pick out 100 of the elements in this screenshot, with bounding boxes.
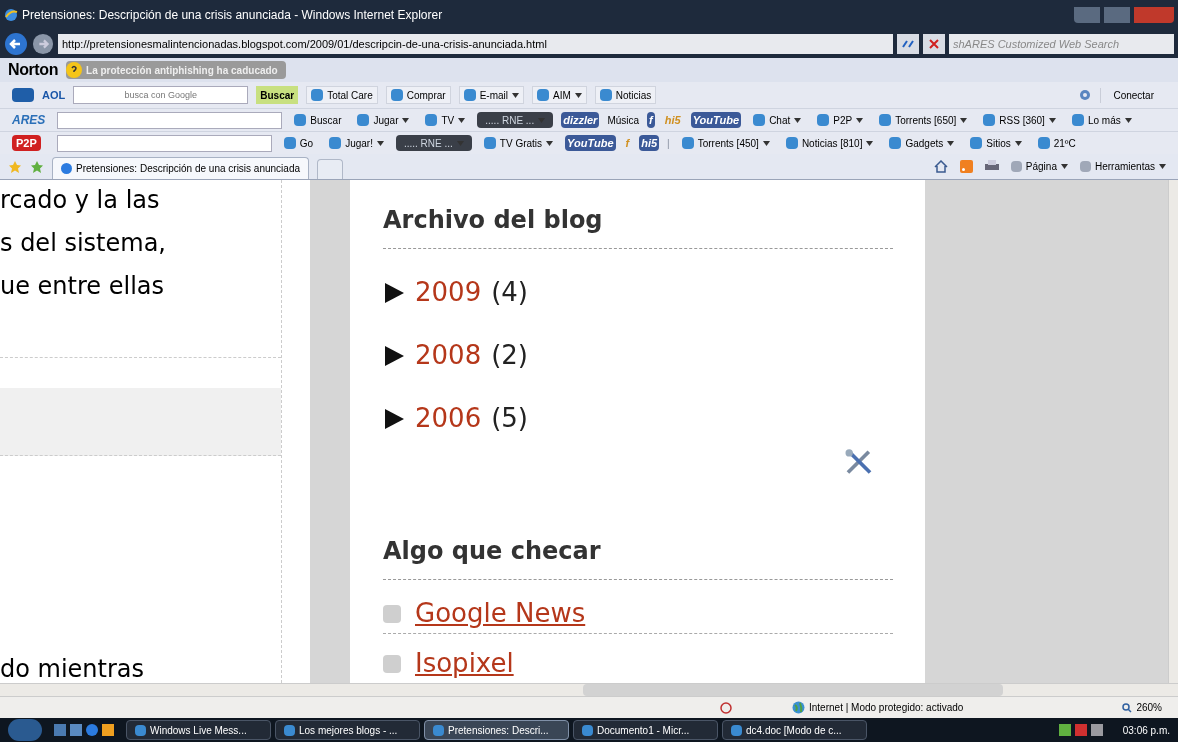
dropdown-caret-icon[interactable] (1060, 164, 1068, 169)
archive-year-link[interactable]: 2006 (415, 399, 482, 438)
p2p-search-field[interactable] (56, 134, 272, 152)
expand-toggle-icon[interactable] (383, 281, 405, 304)
dropdown-caret-icon[interactable] (1048, 117, 1056, 123)
toolbar-button[interactable]: E-mail (458, 86, 524, 104)
dropdown-caret-icon[interactable] (546, 140, 554, 146)
toolbar-button[interactable]: Gadgets (885, 134, 959, 152)
taskbar-button[interactable]: Pretensiones: Descri... (424, 720, 569, 740)
search-button[interactable]: Buscar (256, 86, 299, 104)
taskbar-button[interactable]: Windows Live Mess... (126, 720, 271, 740)
printer-icon[interactable] (984, 160, 999, 173)
toolbar-button[interactable]: 21ºC (1033, 134, 1080, 152)
bookmark-link[interactable]: Google News (415, 594, 586, 633)
dropdown-caret-icon[interactable] (402, 117, 410, 123)
toolbar-button[interactable]: Noticias [810] (781, 134, 878, 152)
taskbar-button[interactable]: Documento1 - Micr... (573, 720, 718, 740)
dropdown-caret-icon[interactable] (866, 140, 874, 146)
home-icon[interactable] (933, 160, 948, 173)
dropdown-caret-icon[interactable] (574, 92, 582, 98)
toolbar-button[interactable]: TV Gratis (479, 134, 558, 152)
dropdown-caret-icon[interactable] (511, 92, 519, 98)
tray-icon[interactable] (1074, 724, 1087, 736)
command-icon (1079, 161, 1091, 172)
favorites-star-icon[interactable] (8, 160, 22, 174)
dropdown-caret-icon[interactable] (856, 117, 864, 123)
brand-logo[interactable]: hi5 (639, 134, 660, 152)
dropdown-caret-icon[interactable] (762, 140, 770, 146)
app-icon (390, 89, 403, 101)
app-icon (463, 89, 476, 101)
start-button[interactable] (8, 719, 42, 741)
vertical-scrollbar[interactable] (1168, 180, 1178, 683)
dropdown-caret-icon[interactable] (376, 140, 384, 146)
toolbar-button[interactable]: Música (607, 111, 640, 129)
dropdown-caret-icon[interactable] (960, 117, 968, 123)
toolbar-button[interactable]: Noticias (594, 86, 657, 104)
toolbar-button[interactable]: Total Care (306, 86, 378, 104)
app-icon (582, 724, 593, 736)
toolbar-button[interactable]: TV (421, 111, 470, 129)
brand-logo[interactable]: dizzler (561, 111, 600, 129)
magnifier-icon (1122, 702, 1133, 713)
post-count: (4) (491, 276, 528, 309)
app-icon (433, 724, 444, 736)
forward-button[interactable] (32, 33, 54, 55)
toolbar-button[interactable]: Jugar! (325, 134, 388, 152)
google-search-field[interactable]: busca con Google (73, 86, 249, 104)
horizontal-scrollbar[interactable] (0, 683, 1178, 697)
taskbar-button[interactable]: Los mejores blogs - ... (275, 720, 420, 740)
dropdown-caret-icon[interactable] (947, 140, 955, 146)
expand-toggle-icon[interactable] (383, 344, 405, 367)
dropdown-caret-icon[interactable] (1159, 164, 1166, 169)
connect-button[interactable]: Conectar (1100, 87, 1166, 103)
toolbar-button[interactable]: Buscar (290, 111, 346, 129)
dropdown-caret-icon[interactable] (1014, 140, 1022, 146)
security-zone-text: Internet | Modo protegido: activado (809, 701, 964, 715)
toolbar-button[interactable]: Torrents [650] (875, 111, 972, 129)
quick-launch-icon[interactable] (86, 724, 98, 736)
scroll-thumb[interactable] (583, 684, 1003, 696)
browser-tab[interactable]: Pretensiones: Descripción de una crisis anunciada (52, 157, 309, 179)
brand-logo[interactable]: YouTube (690, 111, 742, 129)
toolbar-button[interactable]: Jugar (353, 111, 414, 129)
toolbar-button[interactable]: Go (279, 134, 318, 152)
tray-icon[interactable] (1058, 724, 1071, 736)
gear-icon[interactable] (1078, 88, 1093, 102)
expand-toggle-icon[interactable] (383, 407, 405, 430)
archive-year-link[interactable]: 2008 (415, 336, 482, 375)
toolbar-button[interactable]: Torrents [450] (677, 134, 774, 152)
ares-search-field[interactable] (57, 111, 283, 129)
dropdown-caret-icon[interactable] (794, 117, 802, 123)
tray-icon[interactable] (1090, 724, 1103, 736)
zoom-button[interactable]: 260% (1122, 700, 1178, 715)
toolbar-button[interactable]: AIM (531, 86, 587, 104)
command-button[interactable]: Página (1010, 159, 1068, 174)
toolbar-button[interactable]: Comprar (385, 86, 451, 104)
refresh-button[interactable] (897, 34, 919, 54)
toolbar-button[interactable]: P2P (813, 111, 868, 129)
address-field[interactable]: http://pretensionesmalintencionadas.blogspot.com/2009/01/descripcin-de-una-crisis-anunciada.html (58, 34, 893, 54)
app-icon (1037, 137, 1050, 149)
app-icon (283, 137, 296, 149)
back-button[interactable] (4, 32, 28, 56)
dropdown-caret-icon[interactable] (1124, 117, 1132, 123)
archive-year-link[interactable]: 2009 (415, 273, 482, 312)
bookmark-link[interactable]: Isopixel (415, 644, 514, 683)
app-icon (135, 724, 146, 736)
article-text: s del sistema, (0, 228, 167, 259)
radio-player[interactable]: ..... RNE ... (477, 112, 554, 128)
search-field[interactable]: shARES Customized Web Search (949, 34, 1174, 54)
radio-player[interactable]: ..... RNE ... (395, 135, 472, 151)
toolbar-separator: | (667, 136, 670, 151)
command-button[interactable]: Herramientas (1079, 159, 1166, 174)
stop-button[interactable] (923, 34, 945, 54)
brand-logo[interactable]: f (647, 111, 655, 129)
dropdown-caret-icon[interactable] (458, 117, 466, 123)
toolbar-button[interactable]: Sitios (966, 134, 1026, 152)
toolbar-button[interactable]: Lo más (1067, 111, 1136, 129)
taskbar-button[interactable]: dc4.doc [Modo de c... (722, 720, 867, 740)
toolbar-button[interactable]: RSS [360] (979, 111, 1060, 129)
toolbar-button[interactable]: Chat (749, 111, 806, 129)
app-icon (536, 89, 549, 101)
brand-logo[interactable]: YouTube (565, 134, 616, 152)
